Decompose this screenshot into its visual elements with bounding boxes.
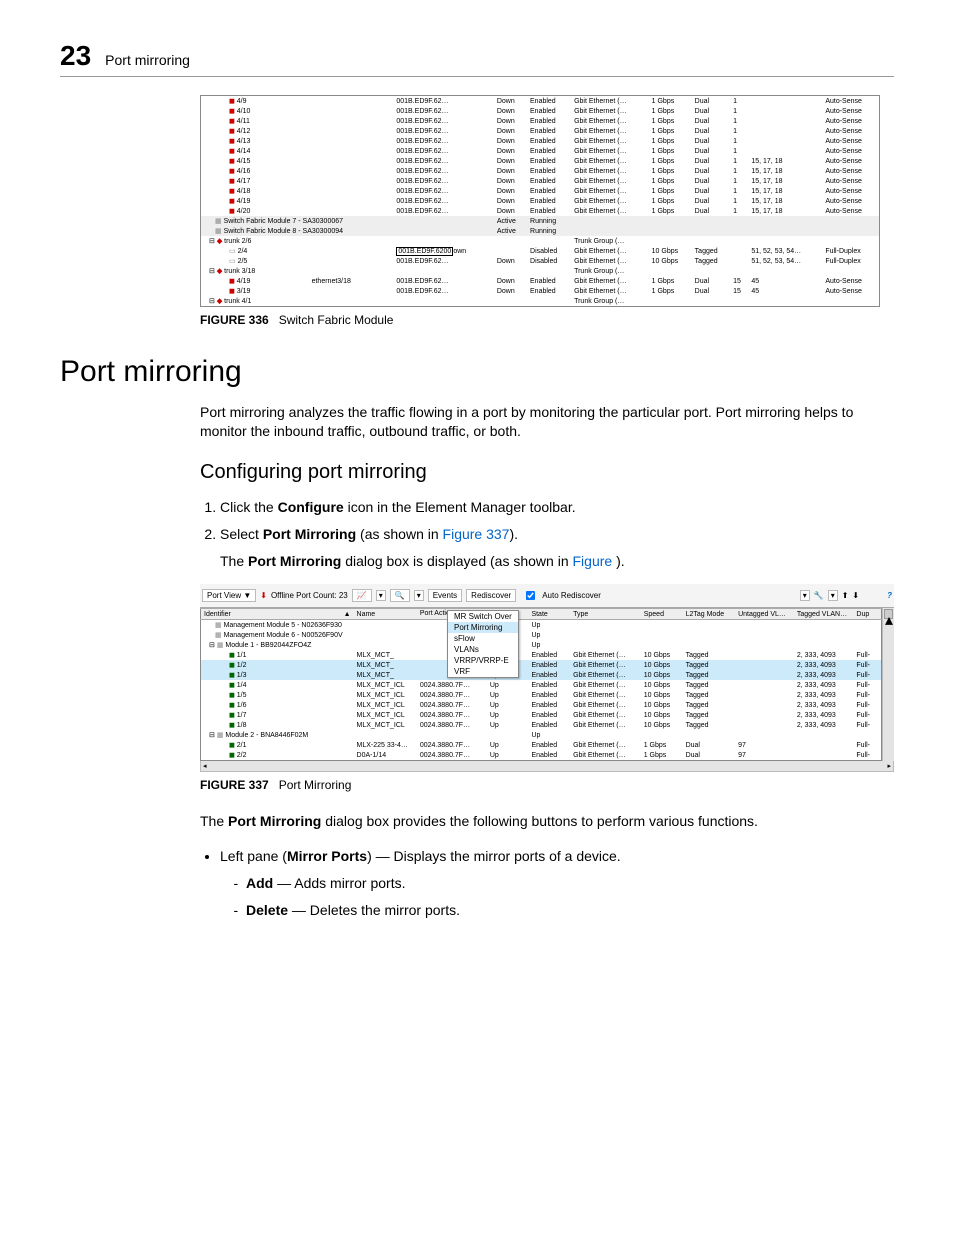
- figure-336: ◼ 4/9001B.ED9F.62…DownEnabledGbit Ethern…: [200, 95, 894, 307]
- page-header: 23 Port mirroring: [60, 40, 894, 77]
- menu-sflow[interactable]: sFlow: [448, 633, 518, 644]
- toolbar-dropdown-2[interactable]: ▾: [828, 590, 838, 601]
- figure-link[interactable]: Figure: [573, 553, 617, 569]
- down-icon[interactable]: ⬇: [852, 591, 859, 600]
- step-1: Click the Configure icon in the Element …: [220, 498, 894, 517]
- header-title: Port mirroring: [105, 52, 190, 68]
- chapter-number: 23: [60, 40, 91, 72]
- menu-mr-switch-over[interactable]: MR Switch Over: [448, 611, 518, 622]
- vertical-scrollbar[interactable]: ▴: [882, 608, 894, 761]
- figure-337: Port View ▼ ⬇ Offline Port Count: 23 📈▾ …: [200, 584, 894, 772]
- description-paragraph: The Port Mirroring dialog box provides t…: [200, 812, 894, 831]
- subsection-title: Configuring port mirroring: [200, 461, 894, 484]
- menu-port-mirroring[interactable]: Port Mirroring: [448, 622, 518, 633]
- bullet-left-pane: Left pane (Mirror Ports) — Displays the …: [220, 847, 894, 920]
- port-mirroring-table: Identifier ▲ Name Port Actions ▸ Status …: [200, 608, 882, 761]
- sub-add: Add — Adds mirror ports.: [246, 874, 894, 893]
- auto-rediscover-checkbox[interactable]: Auto Rediscover: [520, 586, 601, 605]
- figure-337-caption: FIGURE 337 Port Mirroring: [200, 778, 894, 792]
- help-icon[interactable]: ?: [887, 591, 892, 600]
- chart-icon[interactable]: 📈: [352, 589, 372, 602]
- menu-vrf[interactable]: VRF: [448, 666, 518, 677]
- search-icon[interactable]: 🔍: [390, 589, 410, 602]
- configure-icon[interactable]: 🔧: [814, 591, 824, 600]
- port-view-dropdown[interactable]: Port View ▼: [202, 589, 256, 602]
- up-icon[interactable]: ⬆: [842, 591, 849, 600]
- port-actions-menu[interactable]: MR Switch Over Port Mirroring sFlow VLAN…: [447, 610, 519, 678]
- search-dropdown[interactable]: ▾: [414, 590, 424, 601]
- toolbar-dropdown-1[interactable]: ▾: [800, 590, 810, 601]
- column-header-row: Identifier ▲ Name Port Actions ▸ Status …: [201, 609, 882, 620]
- horizontal-scrollbar[interactable]: ◂▸: [200, 761, 894, 772]
- section-title: Port mirroring: [60, 355, 894, 389]
- figure-337-link[interactable]: Figure 337: [443, 526, 510, 542]
- sub-delete: Delete — Deletes the mirror ports.: [246, 901, 894, 920]
- switch-fabric-table: ◼ 4/9001B.ED9F.62…DownEnabledGbit Ethern…: [200, 95, 880, 307]
- steps-list: Click the Configure icon in the Element …: [200, 498, 894, 571]
- figure-337-toolbar: Port View ▼ ⬇ Offline Port Count: 23 📈▾ …: [200, 584, 894, 608]
- section-intro: Port mirroring analyzes the traffic flow…: [200, 403, 894, 441]
- step-2: Select Port Mirroring (as shown in Figur…: [220, 525, 894, 571]
- rediscover-button[interactable]: Rediscover: [466, 589, 516, 602]
- events-button[interactable]: Events: [428, 589, 462, 602]
- description-list: Left pane (Mirror Ports) — Displays the …: [200, 847, 894, 920]
- chart-dropdown[interactable]: ▾: [376, 590, 386, 601]
- offline-port-count: Offline Port Count: 23: [271, 591, 348, 600]
- menu-vrrp[interactable]: VRRP/VRRP-E: [448, 655, 518, 666]
- menu-vlans[interactable]: VLANs: [448, 644, 518, 655]
- figure-336-caption: FIGURE 336 Switch Fabric Module: [200, 313, 894, 327]
